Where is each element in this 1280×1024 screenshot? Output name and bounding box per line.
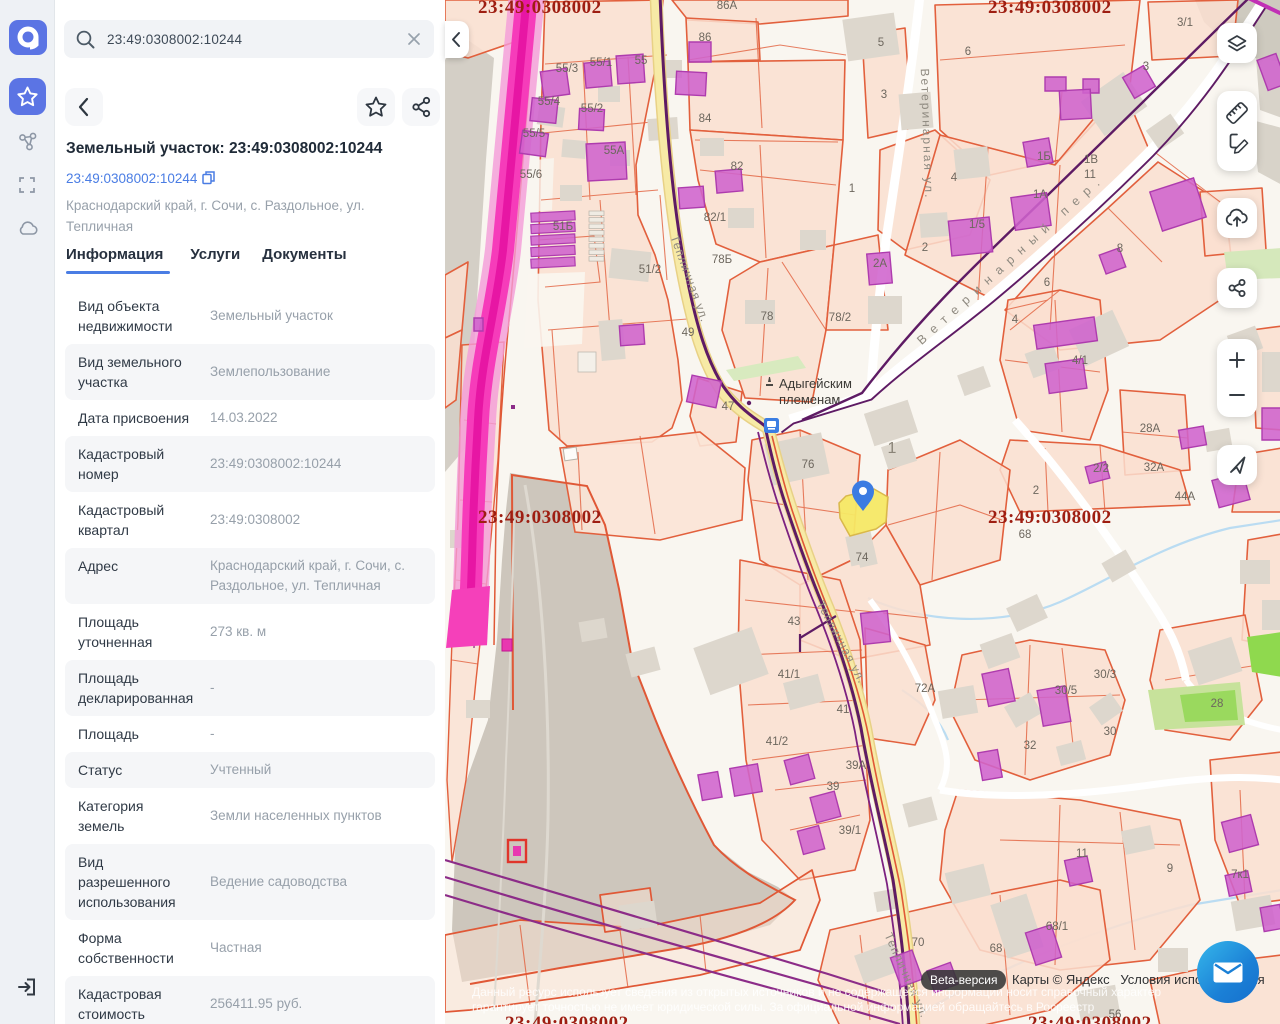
svg-text:49: 49 [682, 327, 695, 339]
svg-text:5: 5 [878, 37, 884, 49]
svg-text:Адыгейским: Адыгейским [779, 376, 852, 391]
svg-text:28: 28 [1211, 698, 1224, 710]
svg-text:32: 32 [1024, 740, 1037, 752]
svg-text:32А: 32А [1144, 462, 1165, 474]
svg-text:4: 4 [1012, 314, 1019, 326]
svg-text:23:49:0308002: 23:49:0308002 [478, 0, 602, 18]
svg-text:2: 2 [922, 242, 928, 254]
svg-text:1В: 1В [1084, 154, 1098, 166]
svg-text:76: 76 [802, 459, 815, 471]
svg-text:1А: 1А [1033, 189, 1047, 201]
svg-text:39: 39 [827, 781, 840, 793]
svg-text:2А: 2А [873, 258, 887, 270]
svg-text:55/1: 55/1 [590, 57, 612, 69]
svg-text:78/2: 78/2 [829, 312, 851, 324]
svg-text:1: 1 [888, 440, 897, 457]
svg-text:51/2: 51/2 [639, 264, 661, 276]
svg-text:74: 74 [856, 552, 869, 564]
svg-text:78: 78 [761, 311, 774, 323]
svg-text:55/4: 55/4 [538, 96, 561, 108]
svg-text:3: 3 [881, 89, 887, 101]
svg-text:23:49:0308002: 23:49:0308002 [988, 0, 1112, 18]
svg-text:55/6: 55/6 [520, 169, 542, 181]
svg-text:82: 82 [731, 161, 744, 173]
svg-text:9: 9 [1167, 863, 1173, 875]
svg-text:55/5: 55/5 [523, 128, 545, 140]
svg-text:1/5: 1/5 [969, 219, 985, 231]
svg-text:30: 30 [1104, 726, 1117, 738]
svg-text:4/1: 4/1 [1072, 355, 1088, 367]
svg-text:70: 70 [912, 937, 925, 949]
svg-text:2/2: 2/2 [1093, 463, 1109, 475]
svg-text:племенам: племенам [779, 392, 840, 407]
svg-text:78Б: 78Б [712, 254, 732, 266]
svg-text:55/3: 55/3 [556, 63, 578, 75]
svg-text:7к1: 7к1 [1231, 869, 1249, 881]
svg-text:82/1: 82/1 [704, 212, 726, 224]
svg-text:23:49:0308002: 23:49:0308002 [478, 507, 602, 528]
svg-text:11: 11 [1076, 848, 1088, 860]
svg-text:6: 6 [1044, 277, 1050, 289]
svg-text:2: 2 [1033, 485, 1039, 497]
svg-text:47: 47 [722, 401, 735, 413]
svg-text:6: 6 [965, 46, 971, 58]
svg-text:23:49:0308002: 23:49:0308002 [988, 507, 1112, 528]
svg-text:41: 41 [837, 704, 850, 716]
svg-text:84: 84 [699, 113, 712, 125]
svg-text:55/2: 55/2 [581, 103, 603, 115]
svg-text:3/1: 3/1 [1177, 17, 1193, 29]
svg-text:68/1: 68/1 [1046, 921, 1068, 933]
svg-text:4: 4 [951, 172, 958, 184]
svg-text:72А: 72А [915, 683, 936, 695]
svg-text:51Б: 51Б [553, 221, 573, 233]
svg-text:1Б: 1Б [1037, 151, 1051, 163]
svg-text:39/1: 39/1 [839, 825, 861, 837]
svg-text:41/2: 41/2 [766, 736, 788, 748]
svg-text:55: 55 [635, 55, 648, 67]
svg-text:39А: 39А [846, 760, 867, 772]
svg-text:41/1: 41/1 [778, 669, 800, 681]
svg-text:68: 68 [990, 943, 1003, 955]
svg-text:43: 43 [788, 616, 801, 628]
svg-text:86А: 86А [717, 0, 738, 12]
svg-text:28А: 28А [1140, 423, 1161, 435]
svg-text:68: 68 [1019, 529, 1032, 541]
svg-text:3: 3 [1143, 61, 1149, 73]
svg-text:30/5: 30/5 [1055, 685, 1077, 697]
svg-text:86: 86 [699, 32, 712, 44]
svg-text:1: 1 [849, 183, 855, 195]
svg-text:55А: 55А [604, 145, 625, 157]
svg-text:30/3: 30/3 [1094, 669, 1116, 681]
svg-text:44А: 44А [1175, 491, 1196, 503]
svg-text:8: 8 [1117, 243, 1123, 255]
